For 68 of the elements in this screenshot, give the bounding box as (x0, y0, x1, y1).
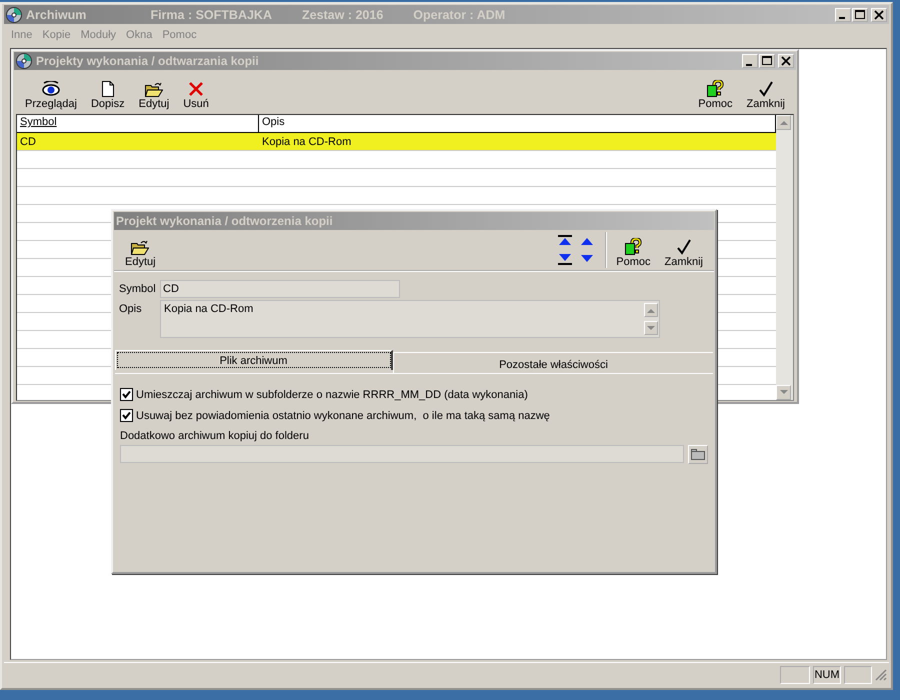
table-row[interactable]: CD Kopia na CD-Rom (17, 133, 776, 151)
toolbar-button[interactable]: Dopisz (84, 72, 132, 110)
window-title: Projekty wykonania / odtwarzania kopii (36, 54, 259, 68)
scroll-down-button[interactable] (644, 321, 658, 335)
close-button[interactable] (778, 54, 794, 68)
down-arrow-icon (780, 390, 788, 395)
minimize-icon (838, 17, 844, 19)
checkbox[interactable] (120, 388, 133, 401)
maximize-button[interactable] (759, 54, 775, 68)
status-panel (844, 666, 872, 684)
maximize-button[interactable] (852, 8, 868, 22)
folder-icon (144, 82, 163, 96)
tab[interactable]: Pozostałe właściwości (393, 352, 713, 373)
input-field[interactable]: CD (160, 280, 400, 298)
eye-icon (40, 81, 61, 97)
disc-icon (6, 6, 22, 22)
delete-icon (188, 81, 204, 97)
close-button[interactable] (871, 8, 887, 22)
toolbar-button[interactable]: Edytuj (118, 232, 163, 268)
help-icon (706, 80, 724, 98)
table-cell-text: Kopia na CD-Rom (261, 136, 352, 148)
minimize-icon (746, 64, 752, 66)
field-value: Kopia na CD-Rom (164, 303, 254, 317)
field-label: Opis (119, 302, 143, 315)
checkbox-label: Usuwaj bez powiadomienia ostatnio wykonane archiwum, o ile ma taką samą nazwę (136, 410, 550, 422)
scrollbar[interactable] (776, 115, 793, 400)
company-label: Firma : SOFTBAJKA (150, 8, 272, 22)
disc-icon (16, 53, 32, 69)
scroll-down-button[interactable] (776, 385, 791, 400)
checkmark-icon (758, 81, 774, 97)
toolbar-button[interactable]: Pomoc (609, 232, 658, 268)
checkbox[interactable] (120, 409, 133, 422)
toolbar-button[interactable]: Edytuj (132, 72, 176, 110)
resize-grip[interactable] (875, 669, 887, 681)
status-indicator: NUM (813, 666, 841, 684)
table-cell-text: CD (19, 136, 37, 148)
browse-button[interactable] (688, 445, 708, 464)
toolbar-button[interactable]: Pomoc (691, 72, 740, 110)
field-label: Dodatkowo archiwum kopiuj do folderu (120, 430, 310, 442)
document-icon (102, 81, 114, 97)
maximize-icon (762, 56, 772, 66)
up-arrow-icon (780, 120, 788, 125)
minimize-button[interactable] (742, 54, 758, 68)
text-area[interactable]: Kopia na CD-Rom (160, 300, 660, 338)
tab[interactable]: Plik archiwum (115, 350, 393, 370)
toolbar-button[interactable]: Zamknij (657, 232, 710, 268)
minimize-button[interactable] (835, 8, 851, 22)
maximize-icon (855, 10, 865, 20)
folder-icon (131, 240, 150, 254)
window-title: Archiwum (26, 8, 86, 22)
set-label: Zestaw : 2016 (302, 8, 384, 22)
help-icon (624, 238, 642, 256)
toolbar-button[interactable]: Zamknij (739, 72, 792, 110)
down-arrow-icon (647, 326, 655, 330)
scroll-up-button[interactable] (776, 115, 791, 130)
toolbar-button[interactable]: Usuń (176, 72, 216, 110)
scroll-up-button[interactable] (644, 303, 658, 317)
field-label: Symbol (119, 282, 157, 295)
checkbox-label: Umieszczaj archiwum w subfolderze o nazwie RRRR_MM_DD (data wykonania) (136, 388, 528, 400)
checkmark-icon (676, 239, 692, 255)
toolbar-button[interactable]: Przeglądaj (18, 72, 84, 110)
up-arrow-icon (647, 308, 655, 312)
column-header[interactable]: Symbol (17, 115, 259, 132)
folder-field[interactable] (120, 445, 684, 463)
status-panel (780, 666, 810, 684)
close-icon (874, 10, 884, 20)
window-title: Projekt wykonania / odtworzenia kopii (116, 214, 333, 228)
close-icon (781, 56, 791, 66)
